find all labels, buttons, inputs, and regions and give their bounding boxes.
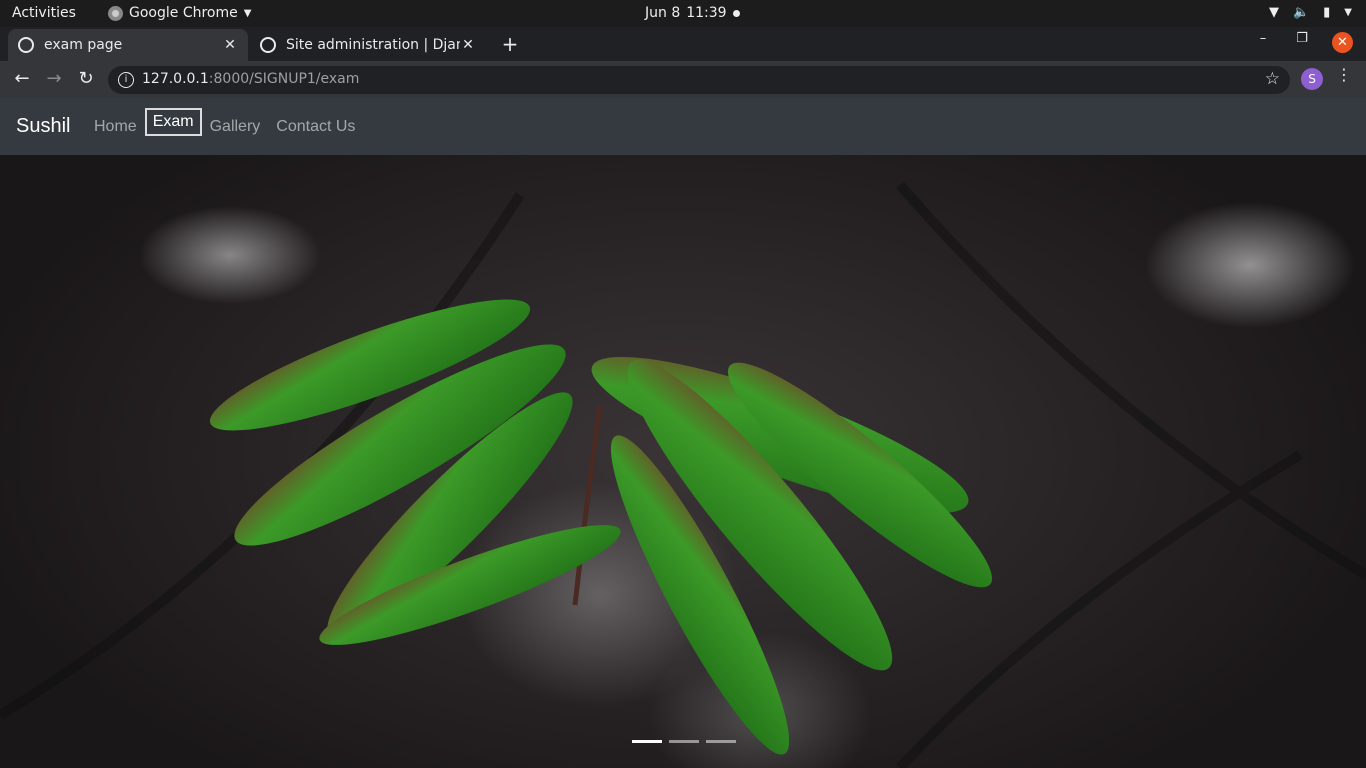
url-host: 127.0.0.1: [142, 71, 209, 87]
carousel-indicator[interactable]: [669, 740, 699, 743]
info-icon[interactable]: i: [118, 72, 134, 88]
minimize-button[interactable]: –: [1256, 31, 1270, 46]
chevron-down-icon: ▼: [1344, 7, 1352, 18]
wifi-icon: ▼: [1268, 5, 1279, 20]
reload-icon[interactable]: ↻: [75, 68, 97, 89]
maximize-button[interactable]: ❐: [1295, 31, 1309, 46]
chrome-icon: [108, 5, 123, 21]
carousel-indicator[interactable]: [706, 740, 736, 743]
nav-exam-link[interactable]: Exam: [144, 108, 202, 136]
system-tray[interactable]: ▼ 🔈 ▮ ▼: [1269, 5, 1352, 20]
carousel-indicator[interactable]: [632, 740, 662, 743]
globe-icon: [260, 37, 276, 53]
app-menu[interactable]: Google Chrome ▼: [108, 5, 251, 21]
tab-strip: exam page ✕ Site administration | Djan ✕…: [0, 27, 1366, 61]
app-menu-label: Google Chrome: [129, 5, 238, 21]
nav-contact-link[interactable]: Contact Us: [268, 118, 363, 136]
clock-time: 11:39: [686, 5, 727, 21]
back-arrow-icon[interactable]: ←: [11, 68, 33, 89]
volume-icon: 🔈: [1292, 5, 1310, 20]
battery-icon: ▮: [1323, 5, 1331, 20]
nav-links: Home Exam Gallery Contact Us: [86, 98, 363, 155]
address-bar[interactable]: i 127.0.0.1:8000/SIGNUP1/exam ☆: [108, 66, 1290, 94]
chevron-down-icon: ▼: [243, 7, 252, 19]
close-tab-icon[interactable]: ✕: [222, 37, 238, 53]
tab-site-administration[interactable]: Site administration | Djan ✕: [250, 29, 486, 61]
system-top-bar: Activities Google Chrome ▼ Jun 8 11:39 ▼…: [0, 0, 1366, 27]
tab-title: exam page: [44, 37, 123, 53]
url-path: :8000/SIGNUP1/exam: [208, 71, 360, 87]
notification-dot-icon: [732, 9, 740, 17]
profile-avatar[interactable]: S: [1301, 68, 1323, 90]
bookmark-star-icon[interactable]: ☆: [1265, 69, 1280, 89]
browser-toolbar: ← → ↻ i 127.0.0.1:8000/SIGNUP1/exam ☆: [0, 61, 1366, 98]
close-window-button[interactable]: ✕: [1332, 32, 1353, 53]
nav-gallery-link[interactable]: Gallery: [202, 118, 269, 136]
fern-leaf-image: [0, 181, 1366, 768]
forward-arrow-icon[interactable]: →: [43, 68, 65, 89]
activities-button[interactable]: Activities: [12, 5, 76, 21]
tab-exam-page[interactable]: exam page ✕: [8, 29, 248, 61]
clock[interactable]: Jun 8 11:39: [645, 5, 740, 21]
clock-date: Jun 8: [645, 5, 681, 21]
nav-home-link[interactable]: Home: [86, 118, 145, 136]
new-tab-button[interactable]: +: [500, 32, 520, 56]
navbar-brand[interactable]: Sushil: [16, 115, 70, 138]
site-navbar: Sushil Home Exam Gallery Contact Us: [0, 98, 1366, 155]
carousel-indicators: [632, 740, 736, 743]
url-text[interactable]: 127.0.0.1:8000/SIGNUP1/exam: [142, 71, 359, 87]
carousel: [0, 155, 1366, 768]
close-tab-icon[interactable]: ✕: [460, 37, 476, 53]
menu-kebab-icon[interactable]: ⋮: [1336, 67, 1352, 83]
tab-title: Site administration | Djan: [286, 37, 460, 53]
globe-icon: [18, 37, 34, 53]
